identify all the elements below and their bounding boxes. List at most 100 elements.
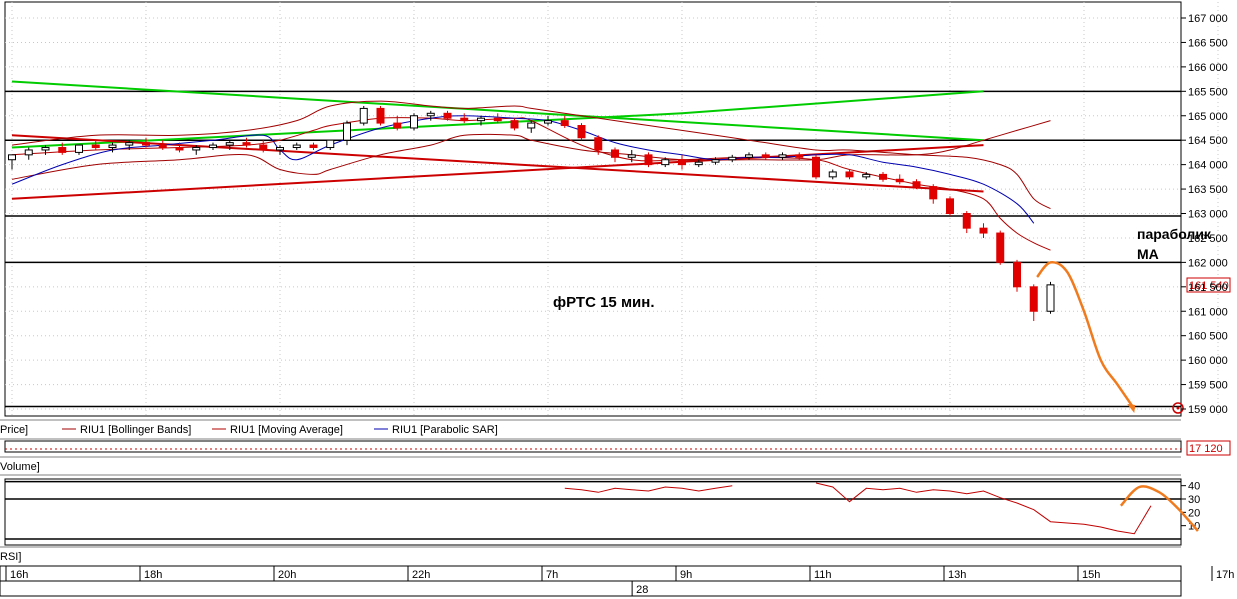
candle-body xyxy=(611,149,619,158)
x-tick-label: 9h xyxy=(680,569,692,581)
y-tick-label: 165 500 xyxy=(1188,86,1228,98)
candle-body xyxy=(477,117,485,122)
candle-body xyxy=(627,154,636,158)
candle-body xyxy=(761,154,770,158)
candle-body xyxy=(1046,284,1055,312)
candle-body xyxy=(91,144,100,149)
time-axis: 16h18h20h22h7h9h11h13h15h17h19h21h23h8h1… xyxy=(0,565,1234,597)
x-tick-label: 15h xyxy=(1082,569,1100,581)
y-tick-label: 161 500 xyxy=(1188,282,1228,294)
candle-body xyxy=(1029,286,1038,312)
y-tick-label: 167 000 xyxy=(1188,13,1228,25)
candle-body xyxy=(443,112,452,119)
candle-body xyxy=(895,178,904,183)
candle-body xyxy=(711,159,720,163)
candle-body xyxy=(812,156,820,178)
candle-body xyxy=(845,171,854,178)
candle-body xyxy=(58,147,67,153)
x-tick-label: 22h xyxy=(412,569,430,581)
candle-body xyxy=(175,147,184,151)
candle-body xyxy=(678,159,686,166)
legend-ma: RIU1 [Moving Average] xyxy=(230,424,343,436)
candle-body xyxy=(929,186,938,200)
candle-body xyxy=(410,115,418,129)
x-tick-label: 11h xyxy=(814,569,832,581)
y-tick-label: 159 500 xyxy=(1188,380,1228,392)
candle-body xyxy=(359,107,368,124)
rsi-label: RSI] xyxy=(0,551,21,563)
chart-title: фРТС 15 мин. xyxy=(553,294,655,311)
y-tick-label: 163 000 xyxy=(1188,209,1228,221)
candlestick-chart: 161 540 фРТС 15 мин. параболик МА Price]… xyxy=(0,1,1234,597)
alert-dot xyxy=(1176,406,1180,410)
candle-body xyxy=(142,142,150,146)
annotation-ma: МА xyxy=(1137,246,1159,262)
candle-body xyxy=(979,227,988,234)
y-tick-label: 161 000 xyxy=(1188,306,1228,318)
candle-body xyxy=(493,117,502,122)
candle-body xyxy=(225,142,234,146)
candle-body xyxy=(912,181,921,188)
y-tick-label: 166 500 xyxy=(1188,37,1228,49)
candle-body xyxy=(745,154,753,158)
candle-body xyxy=(125,142,134,146)
candle-body xyxy=(393,122,402,129)
legend-sar: RIU1 [Parabolic SAR] xyxy=(392,424,498,436)
x-tick-label: 7h xyxy=(546,569,558,581)
y-tick-label: 159 000 xyxy=(1188,404,1228,416)
candle-body xyxy=(544,120,552,124)
volume-label: Volume] xyxy=(0,461,40,473)
rsi-tick-label: 30 xyxy=(1188,494,1200,506)
candle-body xyxy=(510,120,519,129)
y-tick-label: 164 500 xyxy=(1188,135,1228,147)
legend: Price] RIU1 [Bollinger Bands] RIU1 [Movi… xyxy=(0,419,1181,440)
candle-body xyxy=(946,198,954,214)
candle-body xyxy=(24,149,33,156)
price-axis: 167 000 166 500 166 000 165 500 165 000 164 5… xyxy=(1181,13,1228,416)
x-tick-label: 20h xyxy=(278,569,296,581)
candle-body xyxy=(862,173,871,178)
y-tick-label: 163 500 xyxy=(1188,184,1228,196)
candle-body xyxy=(996,232,1005,263)
candle-body xyxy=(292,144,301,149)
y-tick-label: 162 000 xyxy=(1188,257,1228,269)
x-tick-label: 17h xyxy=(1216,569,1234,581)
y-tick-label: 160 500 xyxy=(1188,331,1228,343)
candle-body xyxy=(644,154,653,166)
candle-body xyxy=(343,122,351,141)
candle-body xyxy=(661,159,670,166)
y-tick-label: 165 000 xyxy=(1188,111,1228,123)
x-tick-label: 16h xyxy=(10,569,28,581)
candle-body xyxy=(108,144,117,149)
rsi-tick-label: 20 xyxy=(1188,507,1200,519)
y-tick-label: 166 000 xyxy=(1188,62,1228,74)
y-tick-label: 164 000 xyxy=(1188,160,1228,172)
candle-body xyxy=(728,156,737,161)
candle-body xyxy=(795,154,804,158)
legend-bollinger: RIU1 [Bollinger Bands] xyxy=(80,424,191,436)
candle-body xyxy=(75,144,83,153)
candle-body xyxy=(326,139,335,149)
candle-body xyxy=(259,144,268,151)
candle-body xyxy=(560,120,569,127)
candle-body xyxy=(577,125,586,139)
candle-body xyxy=(192,147,201,151)
rsi-tick-label: 40 xyxy=(1188,481,1200,493)
candle-body xyxy=(778,154,787,158)
candle-body xyxy=(426,112,435,117)
candle-body xyxy=(1013,261,1021,288)
candle-body xyxy=(879,173,887,180)
candle-body xyxy=(309,144,318,149)
candle-body xyxy=(376,107,385,124)
candle-body xyxy=(158,144,167,149)
candle-body xyxy=(594,137,603,151)
candle-body xyxy=(242,142,251,146)
candle-body xyxy=(694,161,703,166)
candle-body xyxy=(962,213,971,229)
y-tick-label: 160 000 xyxy=(1188,355,1228,367)
x-tick-label: 18h xyxy=(144,569,162,581)
x-tick-label: 13h xyxy=(948,569,966,581)
candle-body xyxy=(276,147,284,151)
candle-body xyxy=(209,144,217,149)
rsi-panel xyxy=(4,478,1182,546)
